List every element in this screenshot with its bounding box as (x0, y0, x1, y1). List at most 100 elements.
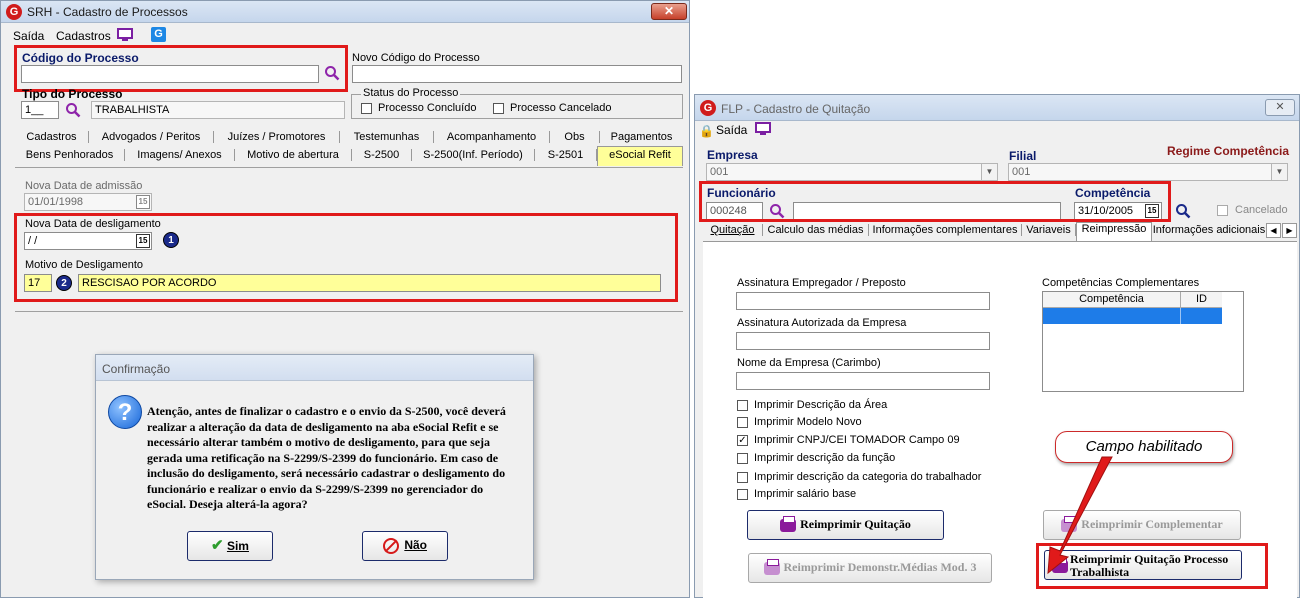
tab-informacoes-adicionais[interactable]: Informações adicionais (1152, 224, 1266, 236)
srh-titlebar: G SRH - Cadastro de Processos ✕ (1, 1, 689, 23)
search-icon[interactable] (1175, 203, 1191, 219)
novo-codigo-input[interactable] (352, 65, 682, 83)
monitor-icon[interactable] (755, 122, 771, 136)
chevron-down-icon[interactable]: ▼ (981, 164, 997, 180)
regime-competencia-label: Regime Competência (1167, 144, 1290, 158)
dialog-message: Atenção, antes de finalizar o cadastro e… (147, 404, 506, 511)
menu-saida[interactable]: Saída (13, 29, 44, 43)
nome-empresa-input[interactable] (736, 372, 990, 390)
assinatura-empregador-input[interactable] (736, 292, 990, 310)
chk-descricao-categoria-label: Imprimir descrição da categoria do traba… (754, 471, 982, 483)
chk-descricao-funcao[interactable] (737, 453, 748, 464)
tab-imagens-anexos[interactable]: Imagens/ Anexos (125, 149, 235, 161)
chk-salario-base-label: Imprimir salário base (754, 488, 857, 500)
tab-scroll-left-icon[interactable]: ◀ (1266, 223, 1281, 238)
dialog-titlebar: Confirmação (96, 355, 533, 381)
printer-icon (763, 558, 780, 575)
flp-tabs: Quitação Calculo das médias Informações … (703, 222, 1299, 241)
tab-reimpressao[interactable]: Reimpressão (1076, 222, 1152, 241)
competencias-complementares-label: Competências Complementares (1042, 277, 1200, 289)
app-logo-icon: G (6, 4, 22, 20)
chk-descricao-area-label: Imprimir Descrição da Área (754, 399, 888, 411)
assinatura-autorizada-input[interactable] (736, 332, 990, 350)
tipo-processo-desc: TRABALHISTA (91, 101, 345, 119)
tab-s2501[interactable]: S-2501 (535, 149, 597, 161)
highlight-codigo-box (14, 45, 348, 92)
filial-label: Filial (1009, 149, 1037, 163)
tab-informacoes-complementares[interactable]: Informações complementares (869, 224, 1022, 236)
printer-icon (780, 515, 797, 532)
tab-s2500[interactable]: S-2500 (352, 149, 412, 161)
flp-window-title: FLP - Cadastro de Quitação (721, 102, 871, 116)
assinatura-empregador-label: Assinatura Empregador / Preposto (737, 277, 906, 289)
flp-window: G FLP - Cadastro de Quitação ✕ 🔒 Saída E… (694, 94, 1300, 599)
question-icon: ? (108, 395, 142, 429)
chk-modelo-novo[interactable] (737, 417, 748, 428)
reimprimir-quitacao-label: Reimprimir Quitação (800, 517, 911, 531)
calendar-icon: 15 (136, 195, 150, 209)
tab-quitacao[interactable]: Quitação (703, 224, 763, 236)
chk-salario-base[interactable] (737, 489, 748, 500)
flp-close-button[interactable]: ✕ (1265, 99, 1295, 116)
no-button[interactable]: Não (362, 531, 448, 561)
empresa-select[interactable]: 001 (706, 163, 998, 181)
tab-obs[interactable]: Obs (550, 131, 600, 143)
cancelado-checkbox[interactable] (1217, 205, 1228, 216)
competencias-table[interactable]: Competência ID (1042, 291, 1244, 392)
tab-s2500-inf-periodo[interactable]: S-2500(Inf. Período) (412, 149, 535, 161)
novo-codigo-label: Novo Código do Processo (352, 52, 480, 64)
tab-cadastros[interactable]: Cadastros (15, 131, 89, 143)
srh-window-title: SRH - Cadastro de Processos (27, 5, 188, 19)
content-bottom-line (15, 311, 683, 312)
flp-menu-saida[interactable]: Saída (716, 123, 747, 137)
reimprimir-demonstr-button: Reimprimir Demonstr.Médias Mod. 3 (748, 553, 992, 583)
tab-bens-penhorados[interactable]: Bens Penhorados (15, 149, 125, 161)
menu-cadastros[interactable]: Cadastros (56, 29, 111, 43)
srh-menubar: Saída Cadastros G (1, 25, 689, 47)
status-processo-label: Status do Processo (361, 87, 461, 99)
yes-label: Sim (226, 539, 249, 553)
tab-calculo-medias[interactable]: Calculo das médias (763, 224, 869, 236)
filial-select[interactable]: 001 (1008, 163, 1288, 181)
tab-scroll-right-icon[interactable]: ▶ (1282, 223, 1297, 238)
app-logo-icon: G (700, 100, 716, 116)
tab-juizes[interactable]: Juízes / Promotores (214, 131, 340, 143)
check-icon: ✔ (211, 537, 224, 554)
table-row-selected[interactable] (1043, 308, 1222, 324)
tab-testemunhas[interactable]: Testemunhas (340, 131, 434, 143)
tab-pagamentos[interactable]: Pagamentos (600, 131, 683, 143)
tab-motivo-abertura[interactable]: Motivo de abertura (235, 149, 352, 161)
processo-concluido-label: Processo Concluído (378, 102, 477, 114)
chk-descricao-categoria[interactable] (737, 472, 748, 483)
processo-concluido-checkbox[interactable] (361, 103, 372, 114)
nova-admissao-input: 01/01/1998 (24, 193, 152, 211)
chevron-down-icon[interactable]: ▼ (1271, 164, 1287, 180)
close-button[interactable]: ✕ (651, 3, 687, 20)
search-icon[interactable] (65, 102, 81, 118)
flp-titlebar: G FLP - Cadastro de Quitação ✕ (695, 95, 1299, 121)
tabs-row-2: Bens Penhorados Imagens/ Anexos Motivo d… (15, 146, 683, 166)
reimprimir-quitacao-button[interactable]: Reimprimir Quitação (747, 510, 944, 540)
app-g-icon[interactable]: G (151, 27, 166, 42)
chk-descricao-funcao-label: Imprimir descrição da função (754, 452, 896, 464)
table-header-competencia: Competência (1043, 292, 1181, 308)
chk-cnpj-tomador-label: Imprimir CNPJ/CEI TOMADOR Campo 09 (754, 434, 960, 446)
tab-variaveis[interactable]: Variaveis (1022, 224, 1076, 236)
tab-esocial-refit[interactable]: eSocial Refit (597, 146, 683, 166)
empresa-label: Empresa (707, 148, 758, 162)
nome-empresa-label: Nome da Empresa (Carimbo) (737, 357, 881, 369)
chk-descricao-area[interactable] (737, 400, 748, 411)
monitor-icon[interactable] (117, 28, 133, 42)
highlight-funcionario-box (699, 181, 1171, 222)
processo-cancelado-label: Processo Cancelado (510, 102, 612, 114)
tipo-processo-code[interactable]: 1__ (21, 101, 59, 119)
tab-content-top-border (15, 167, 683, 168)
yes-button[interactable]: ✔ Sim (187, 531, 273, 561)
chk-cnpj-tomador[interactable]: ✓ (737, 435, 748, 446)
tab-advogados[interactable]: Advogados / Peritos (89, 131, 214, 143)
tab-acompanhamento[interactable]: Acompanhamento (434, 131, 550, 143)
processo-cancelado-checkbox[interactable] (493, 103, 504, 114)
confirmation-dialog: Confirmação ? Atenção, antes de finaliza… (95, 354, 534, 580)
table-cell-divider (1180, 308, 1181, 324)
cancelado-label: Cancelado (1235, 204, 1288, 216)
